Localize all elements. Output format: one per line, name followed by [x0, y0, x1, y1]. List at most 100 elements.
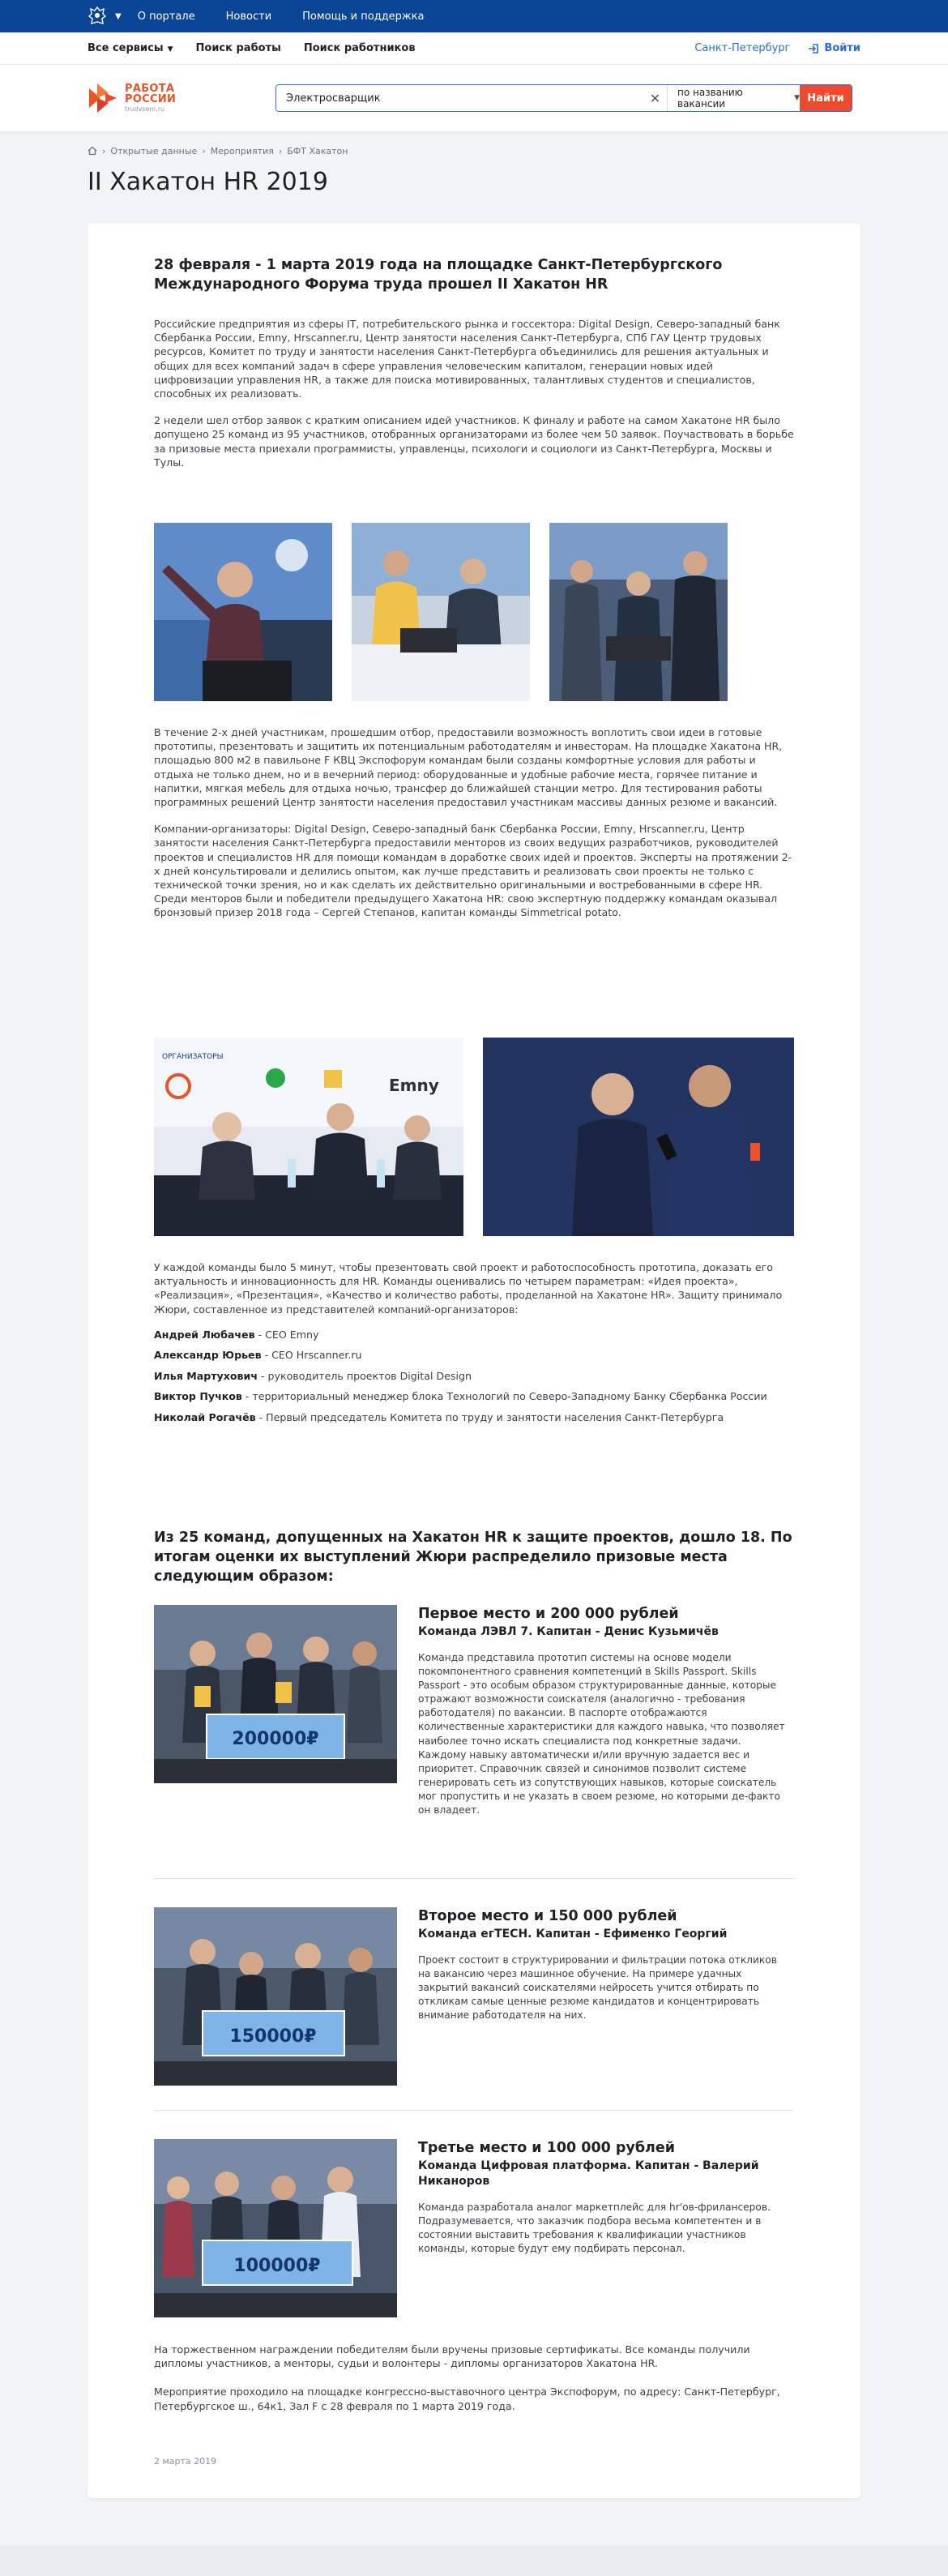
coat-of-arms-icon[interactable] [88, 5, 112, 28]
prize-text-second: Второе место и 150 000 рублей Команда ег… [418, 1907, 791, 2022]
breadcrumb-item[interactable]: БФТ Хакатон [287, 146, 348, 156]
cheque-amount: 100000₽ [233, 2256, 320, 2276]
prize-photo-second: 150000₽ [154, 1907, 397, 2086]
article-body: В течение 2-х дней участникам, прошедшим… [154, 725, 794, 920]
cheque-amount: 150000₽ [229, 2026, 316, 2047]
chevron-down-icon[interactable]: ▼ [115, 12, 122, 21]
home-icon[interactable] [88, 146, 97, 156]
prize-team: Команда ЛЭВЛ 7. Капитан - Денис Кузьмичё… [418, 1625, 719, 1638]
nav-about[interactable]: О портале [138, 11, 195, 23]
prize-photo-third: 100000₽ [154, 2139, 397, 2317]
jury-member: Виктор Пучков - территориальный менеджер… [154, 1389, 794, 1404]
search-mode-label: по названию вакансии [677, 87, 743, 109]
jury-member-role: - CEO Emny [254, 1328, 319, 1341]
breadcrumb-item[interactable]: Мероприятия [211, 146, 274, 156]
closing-paragraph-2: Мероприятие проходило на площадке конгре… [154, 2386, 780, 2412]
article-lead: 28 февраля - 1 марта 2019 года на площад… [154, 257, 723, 293]
chevron-down-icon: ▼ [794, 94, 800, 102]
article-closing: На торжественном награждении победителям… [154, 2343, 794, 2413]
article-card: 28 февраля - 1 марта 2019 года на площад… [88, 223, 860, 2498]
prize-description: Команда разработала аналог маркетплейс д… [418, 2202, 771, 2255]
page-title: II Хакатон HR 2019 [88, 168, 328, 196]
prize-title: Второе место и 150 000 рублей [418, 1908, 677, 1924]
results-heading: Из 25 команд, допущенных на Хакатон HR к… [154, 1528, 794, 1586]
closing-paragraph-1: На торжественном награждении победителям… [154, 2343, 750, 2370]
prize-team: Команда Цифровая платформа. Капитан - Ва… [418, 2159, 759, 2188]
event-photo-presentation [483, 1038, 794, 1236]
search-button[interactable]: Найти [800, 85, 852, 111]
body-paragraph-2: Компании-организаторы: Digital Design, С… [154, 823, 792, 919]
logo-line-2: РОССИИ [125, 93, 177, 105]
jury-member: Николай Рогачёв - Первый председатель Ко… [154, 1410, 794, 1425]
prize-first: 200000₽ Первое место и 200 000 рублей Ко… [154, 1605, 794, 1816]
breadcrumb-separator: › [102, 145, 106, 156]
breadcrumb: › Открытые данные › Мероприятия › БФТ Ха… [0, 145, 948, 156]
jury-member-role: - Первый председатель Комитета по труду … [255, 1410, 724, 1423]
divider [154, 2110, 794, 2111]
services-bar: Все сервисы ▼ Поиск работы Поиск работник… [0, 32, 948, 65]
prize-text-third: Третье место и 100 000 рублей Команда Ци… [418, 2139, 791, 2256]
clear-icon[interactable]: ✕ [643, 85, 668, 111]
jury-member-name: Николай Рогачёв [154, 1410, 256, 1423]
login-icon [809, 43, 819, 53]
jury-member-name: Александр Юрьев [154, 1349, 262, 1362]
breadcrumb-separator: › [202, 145, 206, 156]
find-job-link[interactable]: Поиск работы [196, 42, 281, 54]
banner-organizers-text: ОРГАНИЗАТОРЫ [162, 1053, 224, 1061]
event-photo-laptops [352, 523, 530, 701]
breadcrumb-item[interactable]: Открытые данные [110, 146, 197, 156]
all-services-label: Все сервисы [88, 42, 164, 54]
prize-second: 150000₽ Второе место и 150 000 рублей Ко… [154, 1907, 794, 2090]
jury-member-name: Виктор Пучков [154, 1390, 242, 1403]
jury-member: Андрей Любачев - CEO Emny [154, 1328, 794, 1342]
prize-description: Команда представила прототип системы на … [418, 1652, 785, 1816]
intro-paragraph-2: 2 недели шел отбор заявок с кратким опис… [154, 414, 794, 469]
jury-member-role: - руководитель проектов Digital Design [257, 1369, 472, 1382]
event-photo-jury-table: ОРГАНИЗАТОРЫ Emny [154, 1038, 463, 1236]
prize-title: Первое место и 200 000 рублей [418, 1606, 679, 1622]
login-button[interactable]: Войти [808, 42, 860, 54]
nav-news[interactable]: Новости [226, 11, 272, 23]
search-input[interactable] [276, 85, 643, 111]
user-area: Санкт-Петербург Войти [694, 42, 860, 54]
banner-emny-text: Emny [389, 1076, 439, 1095]
prize-team: Команда егТЕСН. Капитан - Ефименко Георг… [418, 1928, 728, 1941]
jury-section: У каждой команды было 5 минут, чтобы пре… [154, 1260, 794, 1431]
prize-title: Третье место и 100 000 рублей [418, 2140, 676, 2156]
prize-description: Проект состоит в структурировании и филь… [418, 1954, 777, 2022]
jury-member-role: - территориальный менеджер блока Техноло… [241, 1390, 767, 1403]
results-lead: Из 25 команд, допущенных на Хакатон HR к… [154, 1530, 792, 1585]
jury-member-name: Андрей Любачев [154, 1328, 255, 1341]
header-search: РАБОТА РОССИИ trudvsem.ru ✕ по названию … [0, 65, 948, 131]
article-intro: 28 февраля - 1 марта 2019 года на площад… [154, 255, 794, 469]
chevron-down-icon: ▼ [167, 45, 173, 53]
body-paragraph-1: В течение 2-х дней участникам, прошедшим… [154, 726, 783, 809]
prize-third: 100000₽ Третье место и 100 000 рублей Ко… [154, 2139, 794, 2321]
cheque-amount: 200000₽ [232, 1729, 318, 1749]
search-form: ✕ по названию вакансии ▼ Найти [275, 84, 852, 112]
event-photo-speaker [154, 523, 332, 701]
jury-member-role: - CEO Hrscanner.ru [261, 1349, 362, 1362]
all-services-menu[interactable]: Все сервисы ▼ [88, 42, 173, 54]
logo-text: РАБОТА РОССИИ trudvsem.ru [125, 83, 176, 113]
search-mode-select[interactable]: по названию вакансии ▼ [668, 85, 800, 111]
divider [154, 1878, 794, 1879]
jury-paragraph: У каждой команды было 5 минут, чтобы пре… [154, 1261, 783, 1316]
event-photo-team [549, 523, 728, 701]
publish-date: 2 марта 2019 [154, 2456, 217, 2467]
jury-member: Илья Мартухович - руководитель проектов … [154, 1369, 794, 1384]
nav-help[interactable]: Помощь и поддержка [302, 11, 424, 23]
logo-domain: trudvsem.ru [125, 105, 165, 113]
top-nav-bar: ▼ О портале Новости Помощь и поддержка [0, 0, 948, 32]
find-workers-link[interactable]: Поиск работников [304, 42, 416, 54]
page-footer [0, 2545, 948, 2576]
jury-member-name: Илья Мартухович [154, 1369, 258, 1382]
intro-paragraph-1: Российские предприятия из сферы IT, потр… [154, 318, 780, 400]
logo[interactable]: РАБОТА РОССИИ trudvsem.ru [88, 82, 275, 114]
logo-icon [89, 83, 117, 113]
breadcrumb-separator: › [278, 145, 283, 156]
login-label: Войти [824, 42, 860, 54]
city-selector[interactable]: Санкт-Петербург [694, 42, 790, 54]
prize-photo-first: 200000₽ [154, 1605, 397, 1783]
prize-text-first: Первое место и 200 000 рублей Команда ЛЭ… [418, 1605, 791, 1817]
